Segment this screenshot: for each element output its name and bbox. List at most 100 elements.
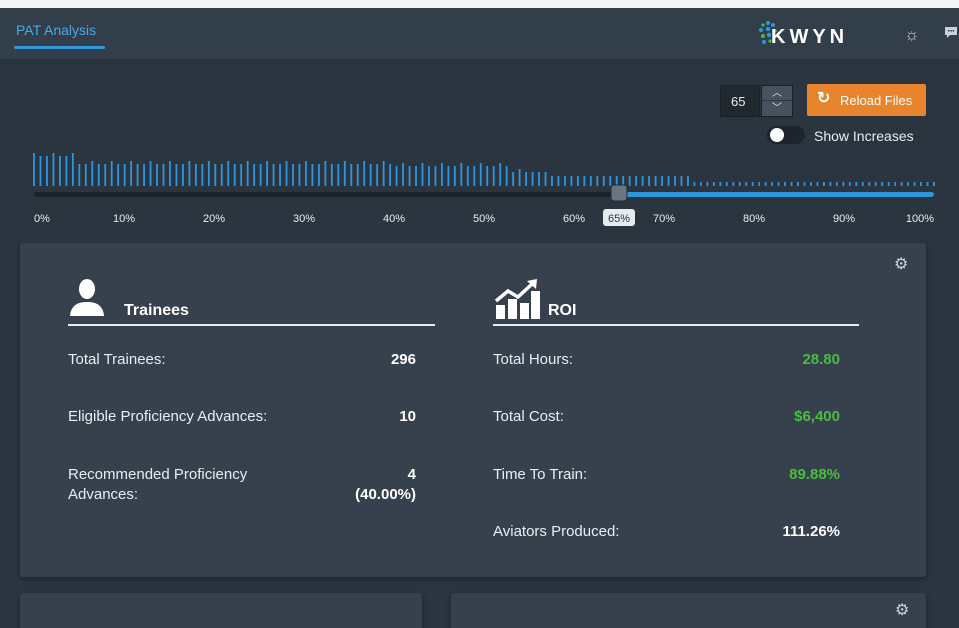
slider-tick-label: 0%	[34, 213, 50, 225]
slider-tick	[913, 182, 916, 186]
slider-tick	[382, 161, 385, 186]
slider-tick	[175, 164, 178, 186]
slider-tick	[557, 176, 560, 186]
slider-tick	[402, 163, 404, 186]
slider-tick	[855, 182, 858, 186]
slider-tick	[712, 182, 715, 186]
total-trainees-label: Total Trainees:	[68, 351, 166, 368]
slider-tick	[596, 176, 599, 186]
person-icon	[70, 279, 104, 316]
trainees-divider	[68, 324, 435, 326]
reload-files-button[interactable]: ↻ Reload Files	[807, 84, 926, 116]
eligible-advances-value: 10	[399, 408, 416, 425]
slider-tick	[220, 164, 223, 186]
recommended-advances-count: 4	[407, 466, 416, 483]
slider-tick-label: 50%	[473, 213, 495, 225]
total-cost-value: $6,400	[794, 408, 840, 425]
slider-tick	[104, 164, 107, 186]
slider-tick	[473, 166, 476, 186]
slider-tick	[583, 176, 586, 186]
slider-tick	[933, 182, 935, 186]
slider-tick	[376, 164, 379, 186]
slider-tick-label: 20%	[203, 213, 225, 225]
slider-track-fill	[619, 192, 934, 197]
slider-tick	[609, 176, 612, 186]
slider-tick	[551, 176, 553, 186]
slider-tick	[784, 182, 786, 186]
lower-left-card	[20, 593, 422, 628]
brightness-icon[interactable]: ☼	[904, 26, 920, 43]
slider-tick	[110, 161, 113, 186]
recommended-advances-label-line1: Recommended Proficiency	[68, 466, 248, 483]
slider-tick	[117, 164, 120, 186]
slider-tick	[687, 176, 689, 186]
slider-tick	[544, 172, 547, 186]
threshold-stepper[interactable]: ︿ ﹀	[761, 85, 793, 117]
slider-tick	[266, 161, 268, 186]
slider-tick	[324, 161, 327, 186]
chat-icon[interactable]	[944, 26, 958, 43]
slider-tick	[777, 182, 780, 186]
slider-tick	[33, 153, 35, 186]
trainees-title: Trainees	[124, 302, 189, 319]
percentage-slider[interactable]: 0% 10% 20% 30% 40% 50% 60% 70% 80% 90% 100% 65%	[0, 150, 959, 240]
slider-tick-label: 10%	[113, 213, 135, 225]
slider-tick	[719, 182, 722, 186]
slider-tick	[136, 164, 139, 186]
slider-tick	[188, 161, 191, 186]
slider-tick	[680, 176, 683, 186]
gear-icon[interactable]: ⚙	[894, 257, 908, 273]
slider-tick	[253, 164, 256, 186]
slider-tick	[764, 182, 767, 186]
slider-tick	[531, 172, 534, 186]
slider-tick	[279, 164, 281, 186]
slider-tick	[214, 164, 217, 186]
slider-tick	[835, 182, 838, 186]
total-hours-value: 28.80	[802, 351, 840, 368]
slider-tick	[143, 164, 145, 186]
slider-tick	[317, 164, 320, 186]
slider-value-label: 65%	[608, 213, 630, 225]
slider-tick	[745, 182, 748, 186]
slider-tick	[162, 164, 165, 186]
refresh-icon: ↻	[817, 90, 831, 107]
slider-tick	[816, 182, 819, 186]
total-hours-label: Total Hours:	[493, 351, 574, 368]
threshold-input[interactable]: 65	[720, 85, 760, 117]
show-increases-toggle[interactable]	[767, 126, 805, 144]
slider-tick	[91, 161, 94, 186]
slider-tick	[460, 163, 463, 186]
chevron-down-icon[interactable]: ﹀	[762, 101, 792, 116]
slider-tick	[868, 182, 871, 186]
roi-divider	[493, 324, 859, 326]
slider-tick	[641, 176, 644, 186]
slider-tick	[441, 163, 443, 186]
show-increases-label: Show Increases	[814, 128, 914, 144]
slider-tick	[305, 161, 307, 186]
slider-tick	[829, 182, 832, 186]
slider-tick	[201, 164, 204, 186]
slider-tick	[732, 182, 735, 186]
slider-tick	[693, 182, 696, 186]
slider-thumb[interactable]	[610, 184, 628, 202]
reload-files-label: Reload Files	[840, 93, 913, 108]
slider-tick	[369, 164, 372, 186]
slider-tick-label: 80%	[743, 213, 765, 225]
tab-pat-analysis[interactable]: PAT Analysis	[16, 22, 96, 38]
slider-tick	[182, 164, 184, 186]
slider-tick	[434, 166, 437, 186]
slider-tick	[194, 164, 197, 186]
chevron-up-icon[interactable]: ︿	[762, 86, 792, 101]
lower-right-card: ⚙	[451, 593, 926, 628]
gear-icon[interactable]: ⚙	[895, 603, 909, 619]
slider-tick	[654, 176, 657, 186]
aviators-produced-value: 111.26%	[782, 523, 840, 540]
slider-tick	[486, 166, 489, 186]
slider-tick	[447, 166, 450, 186]
slider-tick	[525, 172, 527, 186]
slider-tick	[499, 163, 502, 186]
slider-tick	[848, 182, 851, 186]
slider-tick-label: 60%	[563, 213, 585, 225]
app-header: PAT Analysis KWYN ☼	[0, 8, 959, 60]
slider-tick	[810, 182, 812, 186]
